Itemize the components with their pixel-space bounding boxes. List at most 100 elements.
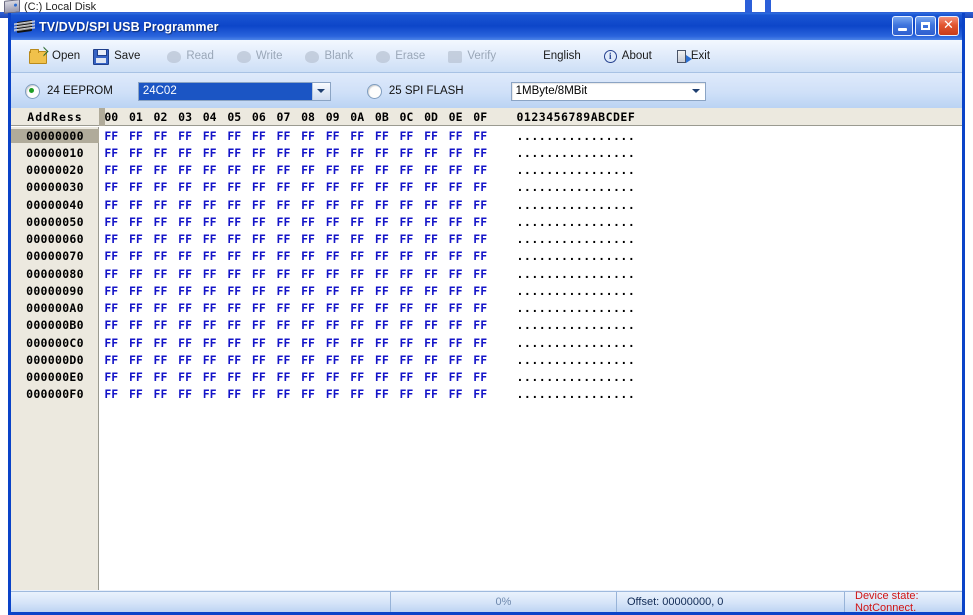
hex-byte-cell[interactable]: FF	[443, 301, 468, 315]
hex-byte-cell[interactable]: FF	[320, 146, 345, 160]
hex-row-address[interactable]: 000000C0	[11, 336, 99, 350]
hex-byte-cell[interactable]: FF	[173, 146, 198, 160]
hex-byte-cell[interactable]: FF	[419, 163, 444, 177]
hex-byte-cell[interactable]: FF	[173, 232, 198, 246]
hex-byte-cell[interactable]: FF	[345, 387, 370, 401]
hex-byte-cell[interactable]: FF	[148, 336, 173, 350]
hex-byte-cell[interactable]: FF	[370, 163, 395, 177]
hex-byte-cell[interactable]: FF	[99, 180, 124, 194]
hex-byte-cell[interactable]: FF	[247, 180, 272, 194]
hex-row-bytes[interactable]: FF FF FF FF FF FF FF FF FF FF FF FF FF FF FF FF	[99, 318, 493, 332]
hex-byte-cell[interactable]: FF	[124, 146, 149, 160]
hex-byte-cell[interactable]: FF	[370, 353, 395, 367]
hex-byte-cell[interactable]: FF	[419, 249, 444, 263]
hex-byte-cell[interactable]: FF	[296, 353, 321, 367]
hex-byte-cell[interactable]: FF	[370, 370, 395, 384]
hex-byte-cell[interactable]: FF	[320, 180, 345, 194]
hex-byte-cell[interactable]: FF	[247, 284, 272, 298]
hex-byte-cell[interactable]: FF	[370, 129, 395, 143]
hex-byte-cell[interactable]: FF	[296, 387, 321, 401]
hex-byte-cell[interactable]: FF	[247, 163, 272, 177]
hex-byte-cell[interactable]: FF	[345, 163, 370, 177]
about-button[interactable]: i About	[600, 47, 661, 65]
close-button[interactable]: ✕	[938, 16, 959, 36]
hex-byte-cell[interactable]: FF	[271, 387, 296, 401]
hex-byte-cell[interactable]: FF	[345, 301, 370, 315]
maximize-button[interactable]	[915, 16, 936, 36]
hex-byte-cell[interactable]: FF	[468, 267, 493, 281]
hex-byte-cell[interactable]: FF	[271, 146, 296, 160]
hex-byte-cell[interactable]: FF	[197, 180, 222, 194]
hex-byte-cell[interactable]: FF	[173, 284, 198, 298]
eeprom-type-dropdown-arrow[interactable]	[311, 82, 330, 100]
hex-byte-cell[interactable]: FF	[419, 301, 444, 315]
hex-byte-cell[interactable]: FF	[271, 284, 296, 298]
hex-byte-cell[interactable]: FF	[222, 129, 247, 143]
hex-row[interactable]: 00000020 FF FF FF FF FF FF FF FF FF FF FF FF FF FF FF FF…	[11, 162, 962, 179]
hex-byte-cell[interactable]: FF	[443, 284, 468, 298]
hex-byte-cell[interactable]: FF	[222, 232, 247, 246]
hex-byte-cell[interactable]: FF	[173, 318, 198, 332]
hex-row[interactable]: 00000030 FF FF FF FF FF FF FF FF FF FF FF FF FF FF FF FF…	[11, 179, 962, 196]
hex-row-ascii[interactable]: ................	[517, 129, 636, 143]
hex-byte-cell[interactable]: FF	[345, 129, 370, 143]
hex-byte-cell[interactable]: FF	[271, 267, 296, 281]
hex-byte-cell[interactable]: FF	[296, 249, 321, 263]
hex-byte-cell[interactable]: FF	[173, 301, 198, 315]
hex-byte-cell[interactable]: FF	[468, 215, 493, 229]
hex-byte-cell[interactable]: FF	[124, 387, 149, 401]
hex-byte-cell[interactable]: FF	[296, 301, 321, 315]
hex-byte-cell[interactable]: FF	[271, 163, 296, 177]
hex-byte-cell[interactable]: FF	[148, 353, 173, 367]
hex-byte-cell[interactable]: FF	[394, 387, 419, 401]
hex-row[interactable]: 000000A0 FF FF FF FF FF FF FF FF FF FF FF FF FF FF FF FF…	[11, 300, 962, 317]
hex-byte-cell[interactable]: FF	[148, 232, 173, 246]
hex-row-bytes[interactable]: FF FF FF FF FF FF FF FF FF FF FF FF FF FF FF FF	[99, 353, 493, 367]
hex-byte-cell[interactable]: FF	[173, 267, 198, 281]
hex-byte-cell[interactable]: FF	[370, 232, 395, 246]
hex-byte-cell[interactable]: FF	[345, 180, 370, 194]
hex-byte-cell[interactable]: FF	[222, 370, 247, 384]
hex-byte-cell[interactable]: FF	[222, 267, 247, 281]
hex-byte-cell[interactable]: FF	[197, 301, 222, 315]
hex-byte-cell[interactable]: FF	[99, 318, 124, 332]
hex-byte-cell[interactable]: FF	[296, 129, 321, 143]
hex-byte-cell[interactable]: FF	[247, 198, 272, 212]
hex-byte-cell[interactable]: FF	[222, 215, 247, 229]
hex-byte-cell[interactable]: FF	[99, 232, 124, 246]
hex-byte-cell[interactable]: FF	[124, 318, 149, 332]
hex-byte-cell[interactable]: FF	[419, 387, 444, 401]
hex-row[interactable]: 000000C0 FF FF FF FF FF FF FF FF FF FF FF FF FF FF FF FF…	[11, 334, 962, 351]
hex-byte-cell[interactable]: FF	[197, 163, 222, 177]
hex-byte-cell[interactable]: FF	[394, 267, 419, 281]
hex-byte-cell[interactable]: FF	[320, 318, 345, 332]
hex-row[interactable]: 000000B0 FF FF FF FF FF FF FF FF FF FF FF FF FF FF FF FF…	[11, 317, 962, 334]
hex-byte-cell[interactable]: FF	[394, 249, 419, 263]
hex-row-ascii[interactable]: ................	[517, 232, 636, 246]
hex-byte-cell[interactable]: FF	[148, 370, 173, 384]
hex-byte-cell[interactable]: FF	[197, 284, 222, 298]
hex-byte-cell[interactable]: FF	[124, 336, 149, 350]
open-button[interactable]: Open	[25, 47, 89, 66]
hex-rows-container[interactable]: 00000000 FF FF FF FF FF FF FF FF FF FF FF FF FF FF FF FF…	[11, 127, 962, 403]
hex-byte-cell[interactable]: FF	[173, 129, 198, 143]
hex-row-bytes[interactable]: FF FF FF FF FF FF FF FF FF FF FF FF FF FF FF FF	[99, 387, 493, 401]
hex-byte-cell[interactable]: FF	[148, 180, 173, 194]
hex-byte-cell[interactable]: FF	[99, 129, 124, 143]
hex-row-bytes[interactable]: FF FF FF FF FF FF FF FF FF FF FF FF FF FF FF FF	[99, 232, 493, 246]
hex-byte-cell[interactable]: FF	[148, 249, 173, 263]
hex-byte-cell[interactable]: FF	[443, 163, 468, 177]
hex-row[interactable]: 00000070 FF FF FF FF FF FF FF FF FF FF FF FF FF FF FF FF…	[11, 248, 962, 265]
hex-byte-cell[interactable]: FF	[271, 180, 296, 194]
desktop-icon-local-disk[interactable]: (C:) Local Disk	[4, 0, 96, 14]
hex-row-address[interactable]: 000000F0	[11, 387, 99, 401]
hex-byte-cell[interactable]: FF	[197, 336, 222, 350]
hex-byte-cell[interactable]: FF	[419, 180, 444, 194]
hex-byte-cell[interactable]: FF	[247, 318, 272, 332]
hex-byte-cell[interactable]: FF	[394, 180, 419, 194]
hex-byte-cell[interactable]: FF	[320, 301, 345, 315]
hex-byte-cell[interactable]: FF	[173, 180, 198, 194]
hex-byte-cell[interactable]: FF	[197, 232, 222, 246]
hex-byte-cell[interactable]: FF	[394, 353, 419, 367]
hex-byte-cell[interactable]: FF	[443, 232, 468, 246]
